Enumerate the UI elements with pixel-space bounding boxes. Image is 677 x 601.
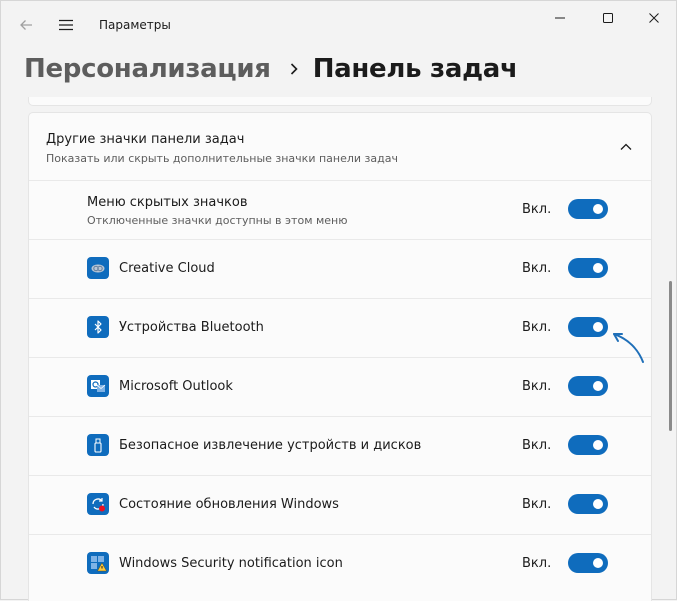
maximize-button[interactable] bbox=[585, 1, 631, 35]
list-item: Состояние обновления Windows Вкл. bbox=[29, 475, 651, 534]
bluetooth-icon bbox=[87, 316, 109, 338]
chevron-right-icon bbox=[289, 62, 299, 76]
settings-window: Параметры Персонализация Панель задач Др… bbox=[0, 0, 677, 601]
page-title: Панель задач bbox=[312, 54, 518, 84]
title-bar: Параметры bbox=[1, 1, 676, 49]
vertical-scrollbar[interactable] bbox=[669, 281, 672, 431]
navigation-menu-button[interactable] bbox=[53, 12, 79, 38]
item-label: Creative Cloud bbox=[119, 261, 215, 276]
outlook-icon bbox=[87, 375, 109, 397]
item-title: Меню скрытых значков bbox=[87, 195, 248, 210]
hamburger-menu-icon bbox=[59, 19, 73, 31]
hidden-icons-menu-row: Меню скрытых значков Отключенные значки … bbox=[29, 180, 651, 239]
breadcrumb: Персонализация Панель задач bbox=[24, 49, 518, 89]
creative-cloud-toggle[interactable] bbox=[568, 258, 608, 278]
close-button[interactable] bbox=[631, 1, 677, 35]
list-item: Creative Cloud Вкл. bbox=[29, 239, 651, 298]
back-button[interactable] bbox=[13, 12, 39, 38]
item-label: Состояние обновления Windows bbox=[119, 497, 339, 512]
item-description: Отключенные значки доступны в этом меню bbox=[87, 214, 348, 227]
chevron-up-icon bbox=[620, 143, 632, 150]
toggle-state-label: Вкл. bbox=[522, 379, 552, 394]
group-title: Другие значки панели задач bbox=[46, 132, 245, 147]
windows-update-toggle[interactable] bbox=[568, 494, 608, 514]
safe-removal-toggle[interactable] bbox=[568, 435, 608, 455]
hidden-icons-menu-toggle[interactable] bbox=[568, 199, 608, 219]
item-label: Безопасное извлечение устройств и дисков bbox=[119, 438, 422, 453]
settings-content: Другие значки панели задач Показать или … bbox=[1, 97, 666, 601]
toggle-state-label: Вкл. bbox=[522, 202, 552, 217]
close-icon bbox=[649, 13, 659, 23]
item-label: Microsoft Outlook bbox=[119, 379, 233, 394]
list-item: Microsoft Outlook Вкл. bbox=[29, 357, 651, 416]
item-label: Устройства Bluetooth bbox=[119, 320, 264, 335]
bluetooth-toggle[interactable] bbox=[568, 317, 608, 337]
group-subtitle: Показать или скрыть дополнительные значк… bbox=[46, 152, 398, 165]
list-item: Устройства Bluetooth Вкл. bbox=[29, 298, 651, 357]
other-taskbar-icons-group: Другие значки панели задач Показать или … bbox=[28, 112, 652, 601]
list-item: Безопасное извлечение устройств и дисков… bbox=[29, 416, 651, 475]
minimize-icon bbox=[555, 17, 565, 19]
windows-security-toggle[interactable] bbox=[568, 553, 608, 573]
breadcrumb-parent-link[interactable]: Персонализация bbox=[24, 54, 271, 84]
list-item: Windows Security notification icon Вкл. bbox=[29, 534, 651, 593]
collapse-button[interactable] bbox=[614, 135, 638, 159]
windows-security-icon bbox=[87, 552, 109, 574]
outlook-toggle[interactable] bbox=[568, 376, 608, 396]
maximize-icon bbox=[603, 13, 613, 23]
annotation-arrow-icon bbox=[613, 333, 644, 363]
minimize-button[interactable] bbox=[537, 1, 583, 35]
back-arrow-icon bbox=[20, 20, 32, 30]
previous-settings-card bbox=[28, 97, 652, 106]
creative-cloud-icon bbox=[87, 257, 109, 279]
toggle-state-label: Вкл. bbox=[522, 556, 552, 571]
item-label: Windows Security notification icon bbox=[119, 556, 343, 571]
toggle-state-label: Вкл. bbox=[522, 438, 552, 453]
usb-drive-icon bbox=[87, 434, 109, 456]
app-title: Параметры bbox=[99, 18, 171, 32]
toggle-state-label: Вкл. bbox=[522, 497, 552, 512]
toggle-state-label: Вкл. bbox=[522, 261, 552, 276]
windows-update-icon bbox=[87, 493, 109, 515]
toggle-state-label: Вкл. bbox=[522, 320, 552, 335]
group-header[interactable]: Другие значки панели задач Показать или … bbox=[29, 113, 651, 180]
